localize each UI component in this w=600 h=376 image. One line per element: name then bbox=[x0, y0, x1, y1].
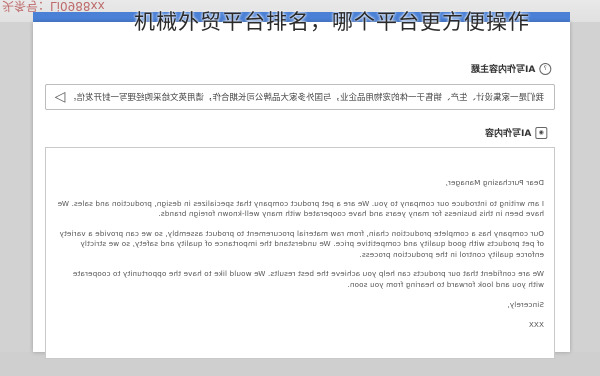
help-circle-icon[interactable]: ? bbox=[539, 62, 552, 75]
robot-icon: ◉ bbox=[535, 126, 548, 139]
theme-section-label: AI写作内容主题 bbox=[471, 65, 536, 75]
letter-signature: XXX bbox=[528, 319, 544, 329]
letter-paragraph-2: Our company has a complete production ch… bbox=[59, 228, 544, 259]
ai-writing-panel: ? AI写作内容主题 我们是一家集设计、生产、销售于一体的宠物用品企业，与国外多… bbox=[33, 22, 570, 359]
letter-paragraph-1: I am writing to introduce our company to… bbox=[57, 198, 544, 219]
letter-greeting: Dear Purchasing Manager, bbox=[445, 178, 544, 187]
send-icon[interactable]: ▷ bbox=[46, 89, 74, 105]
theme-input-box[interactable]: 我们是一家集设计、生产、销售于一体的宠物用品企业，与国外多家大品牌公司长期合作，… bbox=[45, 84, 555, 110]
content-section-header: ◉ AI写作内容 bbox=[485, 126, 548, 139]
content-section-label: AI写作内容 bbox=[485, 129, 532, 139]
theme-section-header: ? AI写作内容主题 bbox=[471, 62, 552, 75]
overlay-title: 机械外贸平台排名，哪个平台更方便操作 bbox=[134, 10, 530, 34]
letter-closing: Sincerely, bbox=[507, 300, 544, 309]
generated-letter-box[interactable]: Dear Purchasing Manager, I am writing to… bbox=[45, 147, 555, 359]
background-left bbox=[0, 22, 33, 376]
theme-input-text: 我们是一家集设计、生产、销售于一体的宠物用品企业，与国外多家大品牌公司长期合作，… bbox=[74, 93, 544, 103]
letter-paragraph-3: We are confident that our products can h… bbox=[72, 269, 544, 289]
background-right bbox=[570, 22, 600, 376]
